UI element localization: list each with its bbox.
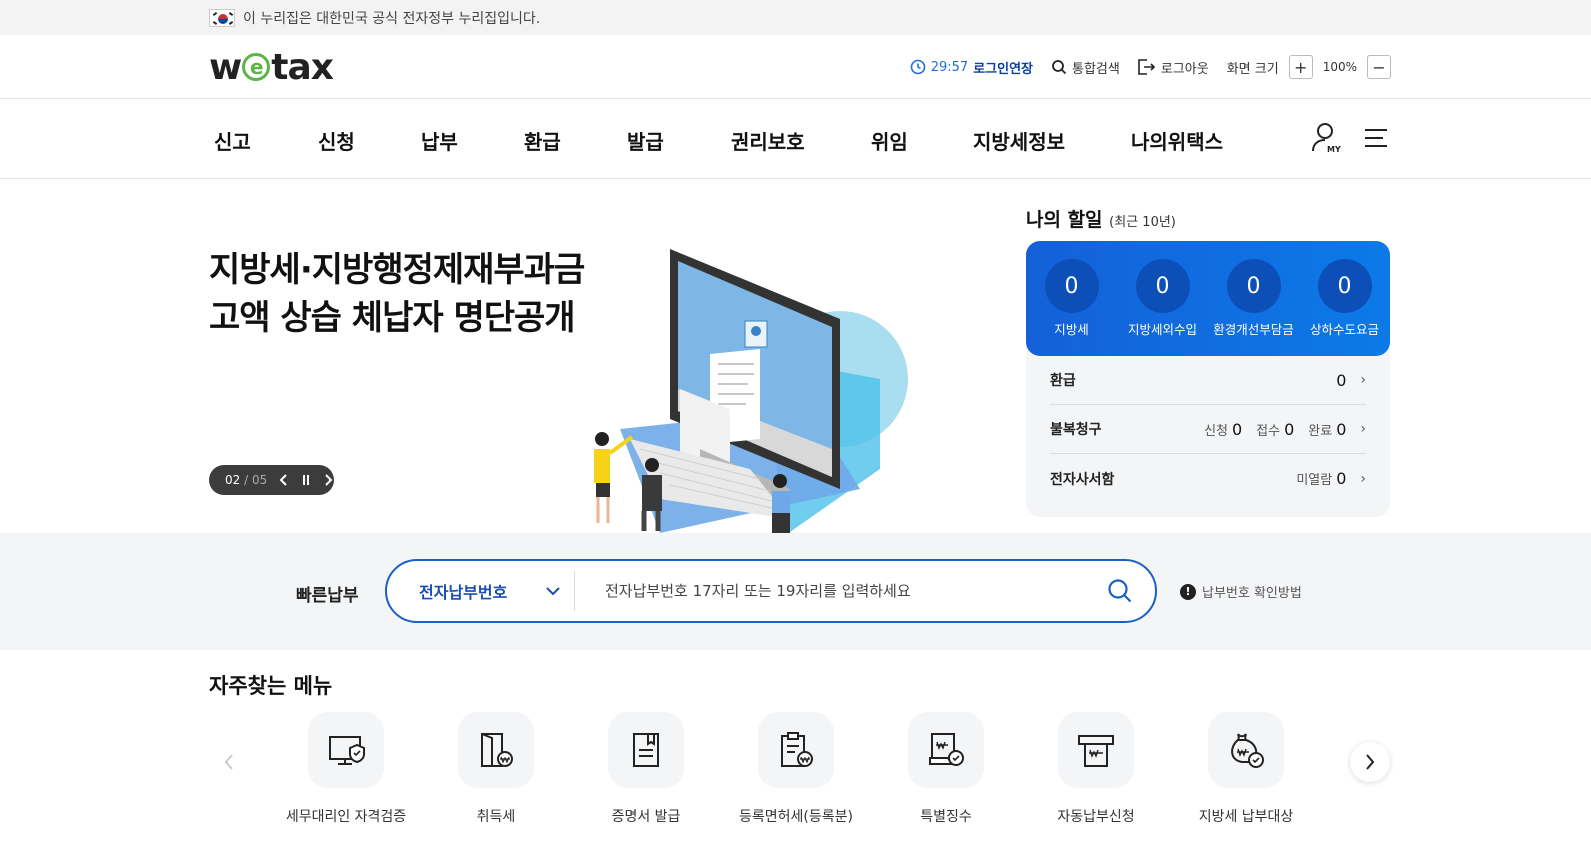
frequent-item-auto-payment[interactable]: 자동납부신청 [1021, 712, 1171, 826]
frequent-item-certificate-issue[interactable]: 증명서 발급 [571, 712, 721, 826]
slide-counter: 02 / 05 [225, 473, 268, 487]
extend-login-button[interactable]: 로그인연장 [973, 58, 1033, 77]
clipboard-won-icon [781, 732, 813, 767]
quick-pay-search-button[interactable] [1085, 578, 1155, 604]
frequent-menu-title: 자주찾는 메뉴 [209, 674, 333, 698]
gov-banner: 이 누리집은 대한민국 공식 전자정부 누리집입니다. [0, 0, 1591, 35]
receipt-check-icon [929, 733, 964, 766]
logout-icon [1138, 59, 1155, 75]
todo-counter-environment-charge[interactable]: 0 환경개선부담금 [1211, 259, 1297, 356]
frequent-next-button[interactable] [1350, 742, 1390, 782]
info-icon: ! [1180, 583, 1196, 600]
chevron-right-icon: › [1360, 372, 1366, 388]
chevron-right-icon: › [1360, 470, 1366, 487]
frequent-menu: 자주찾는 메뉴 세무대리인 자격검증 취득세 증명서 발급 등록면허세(등록분)… [0, 650, 1591, 860]
nav-item-delegate[interactable]: 위임 [871, 126, 908, 155]
korea-flag-icon [209, 8, 235, 27]
todo-panel: 0 지방세 0 지방세외수입 0 환경개선부담금 0 상하수도요금 환급 0› [1026, 241, 1390, 517]
quick-pay-form: 전자납부번호 [385, 559, 1157, 623]
chevron-right-icon: › [1360, 421, 1366, 437]
timer-value: 29:57 [930, 59, 969, 75]
nav-item-my-wetax[interactable]: 나의위택스 [1131, 126, 1223, 155]
zoom-value: 100% [1322, 60, 1357, 74]
quick-pay-label: 빠른납부 [296, 586, 359, 606]
session-timer: 29:57 로그인연장 [910, 58, 1033, 77]
document-bookmark-icon [633, 733, 659, 767]
nav-item-report[interactable]: 신고 [214, 126, 251, 155]
todo-counters: 0 지방세 0 지방세외수입 0 환경개선부담금 0 상하수도요금 [1026, 241, 1390, 356]
monitor-shield-icon [329, 736, 365, 765]
search-icon [1052, 60, 1067, 75]
frequent-item-acquisition-tax[interactable]: 취득세 [421, 712, 571, 826]
next-slide-icon[interactable] [323, 474, 333, 486]
my-page-button[interactable]: MY [1311, 121, 1341, 155]
payment-number-help-link[interactable]: ! 납부번호 확인방법 [1180, 582, 1302, 601]
todo-row-mailbox[interactable]: 전자사서함 미열람 0 › [1050, 454, 1366, 503]
pay-type-select[interactable]: 전자납부번호 [387, 571, 575, 611]
wetax-logo[interactable]: w e tax [209, 47, 334, 88]
frequent-item-special-collection[interactable]: 특별징수 [871, 712, 1021, 826]
hamburger-menu-icon[interactable] [1363, 126, 1389, 150]
zoom-control: 화면 크기 + 100% − [1227, 55, 1391, 79]
pause-icon[interactable] [301, 474, 311, 486]
main-nav: 신고 신청 납부 환급 발급 권리보호 위임 지방세정보 나의위택스 MY [0, 99, 1591, 179]
frequent-item-local-tax-target[interactable]: 지방세 납부대상 [1171, 712, 1321, 826]
todo-row-refund[interactable]: 환급 0 › [1050, 356, 1366, 405]
frequent-item-registration-license-tax[interactable]: 등록면허세(등록분) [721, 712, 871, 826]
chevron-down-icon [546, 587, 560, 596]
hero-title[interactable]: 지방세·지방행정제재부과금 고액 상습 체납자 명단공개 [209, 246, 585, 342]
prev-slide-icon[interactable] [279, 474, 289, 486]
computer-illustration [594, 249, 908, 533]
todo-counter-non-tax-revenue[interactable]: 0 지방세외수입 [1120, 259, 1206, 356]
zoom-in-button[interactable]: + [1288, 55, 1313, 79]
todo-title: 나의 할일 (최근 10년) [1026, 209, 1176, 231]
frequent-prev-button[interactable] [209, 742, 249, 782]
search-icon [1108, 579, 1132, 603]
todo-row-appeal[interactable]: 불복청구 신청 0 접수 0 완료 0 › [1050, 405, 1366, 454]
money-bag-check-icon [1231, 733, 1264, 768]
chevron-left-icon [224, 754, 233, 770]
todo-counter-water-fee[interactable]: 0 상하수도요금 [1302, 259, 1388, 356]
door-won-icon [481, 733, 513, 767]
nav-item-pay[interactable]: 납부 [421, 126, 458, 155]
payment-number-input[interactable] [575, 571, 1085, 611]
search-link[interactable]: 통합검색 [1051, 58, 1120, 77]
my-badge: MY [1327, 145, 1341, 154]
logout-link[interactable]: 로그아웃 [1138, 58, 1209, 77]
slider-controls: 02 / 05 [209, 465, 334, 495]
clock-icon [910, 59, 926, 75]
nav-item-apply[interactable]: 신청 [318, 126, 355, 155]
todo-counter-local-tax[interactable]: 0 지방세 [1029, 259, 1115, 356]
zoom-label: 화면 크기 [1226, 61, 1279, 77]
nav-item-issue[interactable]: 발급 [627, 126, 664, 155]
nav-item-local-tax-info[interactable]: 지방세정보 [973, 126, 1065, 155]
nav-item-rights[interactable]: 권리보호 [731, 126, 805, 155]
atm-card-icon [1078, 735, 1114, 767]
nav-item-refund[interactable]: 환급 [524, 126, 561, 155]
chevron-right-icon [1366, 754, 1375, 770]
hero-banner: 지방세·지방행정제재부과금 고액 상습 체납자 명단공개 02 / 05 나의 … [0, 179, 1591, 533]
quick-pay-section: 빠른납부 전자납부번호 ! 납부번호 확인방법 [0, 533, 1591, 650]
header: w e tax 29:57 로그인연장 통합검색 로그아웃 화면 크기 + 100%… [0, 35, 1591, 99]
zoom-out-button[interactable]: − [1367, 55, 1391, 79]
frequent-item-tax-agent-verify[interactable]: 세무대리인 자격검증 [271, 712, 421, 826]
gov-banner-text[interactable]: 이 누리집은 대한민국 공식 전자정부 누리집입니다. [243, 8, 540, 28]
utility-bar: 29:57 로그인연장 통합검색 로그아웃 화면 크기 + 100% − [910, 55, 1391, 79]
